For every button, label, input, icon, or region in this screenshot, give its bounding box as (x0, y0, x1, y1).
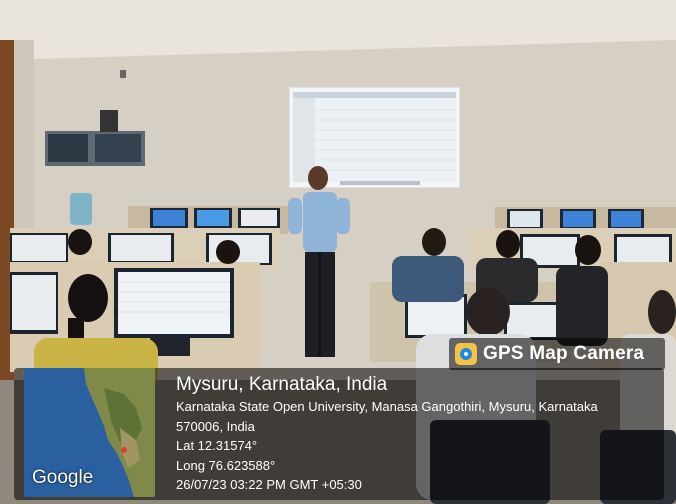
location-details: Mysuru, Karnataka, India Karnataka State… (176, 373, 661, 495)
timestamp: 26/07/23 03:22 PM GMT +05:30 (176, 477, 362, 492)
latitude: Lat 12.31574° (176, 438, 258, 453)
water-dispenser (70, 193, 92, 225)
address-line-2: 570006, India (176, 418, 255, 434)
google-logo: Google (32, 467, 94, 488)
photo-scene: GPS Map Camera Google Mysuru, Karnataka,… (0, 0, 676, 504)
gps-map-camera-app-icon (455, 343, 477, 365)
gps-map-camera-badge: GPS Map Camera (449, 338, 665, 370)
map-thumbnail: Google (24, 368, 155, 497)
gps-map-camera-label: GPS Map Camera (483, 343, 645, 364)
address-line-1: Karnataka State Open University, Manasa … (176, 399, 598, 414)
teacher (308, 166, 328, 190)
location-title: Mysuru, Karnataka, India (176, 374, 388, 395)
longitude: Long 76.623588° (176, 457, 276, 473)
